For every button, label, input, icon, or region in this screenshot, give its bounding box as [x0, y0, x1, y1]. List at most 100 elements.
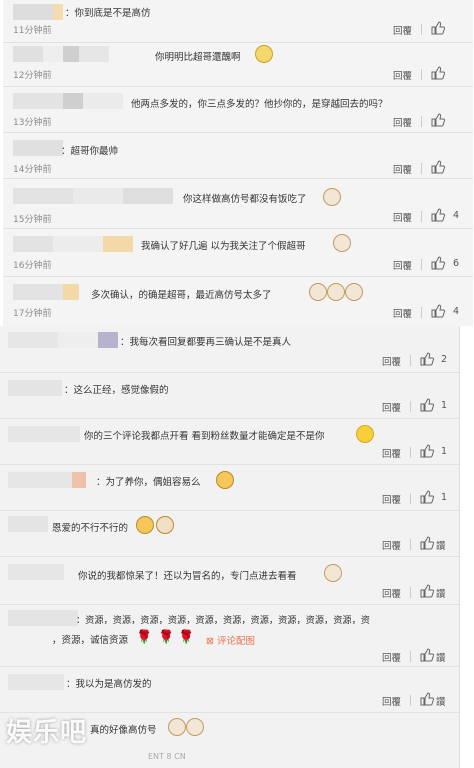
comment-time: 13分钟前	[13, 118, 52, 128]
dog-emoji-icon	[327, 283, 345, 301]
reply-button[interactable]: 回覆	[393, 68, 412, 82]
divider	[410, 447, 411, 458]
username-mosaic[interactable]	[8, 610, 78, 626]
divider	[410, 493, 411, 504]
girl-emoji-icon	[156, 516, 174, 534]
username-mosaic[interactable]	[8, 516, 48, 532]
comment-time: 12分钟前	[13, 71, 52, 81]
username-mosaic[interactable]	[13, 188, 173, 204]
comment-sheet-top: ：你到底是不是高仿 11分钟前 回覆 你明明比超哥還醜啊 12分钟前 回覆 他两…	[3, 0, 473, 326]
divider	[421, 211, 422, 222]
username-mosaic[interactable]	[8, 332, 118, 348]
dog-emoji-icon	[345, 283, 363, 301]
username-mosaic[interactable]	[8, 674, 64, 690]
watermark-url: ENT 8 CN	[148, 752, 186, 761]
comment-text: 你说的我都惊呆了！还以为冒名的，专门点进去看看	[78, 571, 297, 582]
reply-button[interactable]: 回覆	[382, 586, 401, 600]
reply-button[interactable]: 回覆	[393, 23, 412, 37]
like-label[interactable]: 讚	[436, 586, 446, 600]
comment-text: 你这样做高仿号都没有饭吃了	[183, 194, 307, 205]
dog-emoji-icon	[323, 188, 341, 206]
thumbs-up-icon[interactable]	[420, 536, 434, 550]
comment-text: 多次确认，的确是超哥，最近高仿号太多了	[91, 290, 272, 301]
reply-button[interactable]: 回覆	[393, 210, 412, 224]
divider	[421, 116, 422, 127]
divider	[410, 539, 411, 550]
comment-time: 17分钟前	[13, 309, 52, 319]
comment-text: ：超哥你最帅	[61, 146, 119, 157]
reply-button[interactable]: 回覆	[393, 115, 412, 129]
reply-button[interactable]: 回覆	[382, 400, 401, 414]
like-count: 1	[441, 446, 448, 457]
reply-button[interactable]: 回覆	[393, 306, 412, 320]
divider	[410, 355, 411, 366]
dog-emoji-icon	[309, 283, 327, 301]
like-count: 1	[441, 492, 448, 503]
thumbs-up-icon[interactable]	[431, 66, 445, 80]
comment-text: 你的三个评论我都点开看 看到粉丝数量才能确定是不是你	[84, 431, 325, 442]
reply-button[interactable]: 回覆	[382, 538, 401, 552]
username-mosaic[interactable]	[8, 426, 80, 442]
comment-text: ：我以为是高仿发的	[66, 679, 152, 690]
like-count: 6	[453, 258, 460, 269]
like-label[interactable]: 讚	[436, 650, 446, 664]
reply-button[interactable]: 回覆	[393, 162, 412, 176]
like-count: 4	[453, 210, 460, 221]
reply-button[interactable]: 回覆	[382, 446, 401, 460]
comment-item: 你明明比超哥還醜啊 12分钟前 回覆	[3, 42, 473, 87]
username-mosaic[interactable]	[13, 93, 123, 109]
username-mosaic[interactable]	[13, 236, 133, 252]
thumbs-up-icon[interactable]	[420, 584, 434, 598]
username-mosaic[interactable]	[13, 140, 63, 156]
username-mosaic[interactable]	[8, 564, 64, 580]
comment-item: 他两点多发的，你三点多发的？他抄你的，是穿越回去的吗？ 13分钟前 回覆	[3, 86, 473, 133]
comment-time: 16分钟前	[13, 261, 52, 271]
comment-item: ：我以为是高仿发的 回覆 讚	[0, 666, 459, 713]
reply-button[interactable]: 回覆	[382, 694, 401, 708]
image-comment-link[interactable]: ⊠ 评论配图	[206, 633, 255, 647]
thumbs-up-icon[interactable]	[431, 113, 445, 127]
divider	[421, 24, 422, 35]
smile-emoji-icon	[356, 425, 374, 443]
divider	[410, 695, 411, 706]
reply-button[interactable]: 回覆	[382, 354, 401, 368]
dog-emoji-icon	[333, 234, 351, 252]
like-label[interactable]: 讚	[436, 538, 446, 552]
username-mosaic[interactable]	[13, 46, 109, 62]
thumbs-up-icon[interactable]	[431, 208, 445, 222]
thumbs-up-icon[interactable]	[431, 304, 445, 318]
thumbs-up-icon[interactable]	[420, 398, 434, 412]
rose-emoji-icon: 🌹	[136, 630, 153, 645]
dog-emoji-icon	[186, 718, 204, 736]
reply-button[interactable]: 回覆	[382, 492, 401, 506]
thumbs-up-icon[interactable]	[431, 160, 445, 174]
comment-item: 你的三个评论我都点开看 看到粉丝数量才能确定是不是你 回覆 1	[0, 418, 459, 465]
comment-item: ：这么正经，感觉像假的 回覆 1	[0, 372, 459, 419]
thumbs-up-icon[interactable]	[431, 21, 445, 35]
divider	[410, 587, 411, 598]
like-count: 4	[453, 306, 460, 317]
reply-button[interactable]: 回覆	[382, 650, 401, 664]
comment-text: ：为了养你，偶姐容易么	[96, 477, 201, 488]
thumbs-up-icon[interactable]	[420, 444, 434, 458]
boy-emoji-icon	[136, 516, 154, 534]
reply-button[interactable]: 回覆	[393, 258, 412, 272]
username-mosaic[interactable]	[8, 380, 62, 396]
rose-emoji-icon: 🌹	[158, 630, 175, 645]
username-mosaic[interactable]	[13, 284, 79, 300]
divider	[421, 69, 422, 80]
thumbs-up-icon[interactable]	[420, 490, 434, 504]
thumbs-up-icon[interactable]	[420, 692, 434, 706]
thumbs-up-icon[interactable]	[420, 648, 434, 662]
thumbs-up-icon[interactable]	[431, 256, 445, 270]
like-label[interactable]: 讚	[436, 694, 446, 708]
comment-sheet-bottom: ：我每次看回复都要再三确认是不是真人 回覆 2 ：这么正经，感觉像假的 回覆 1…	[0, 326, 460, 768]
username-mosaic[interactable]	[8, 472, 86, 488]
comment-text: 他两点多发的，你三点多发的？他抄你的，是穿越回去的吗？	[131, 99, 388, 110]
username-mosaic[interactable]	[13, 4, 63, 20]
image-comment-label: 评论配图	[216, 636, 255, 647]
dog-emoji-icon	[324, 564, 342, 582]
cat-emoji-icon	[255, 45, 273, 63]
thumbs-up-icon[interactable]	[420, 352, 434, 366]
comment-text: 你明明比超哥還醜啊	[155, 52, 241, 63]
